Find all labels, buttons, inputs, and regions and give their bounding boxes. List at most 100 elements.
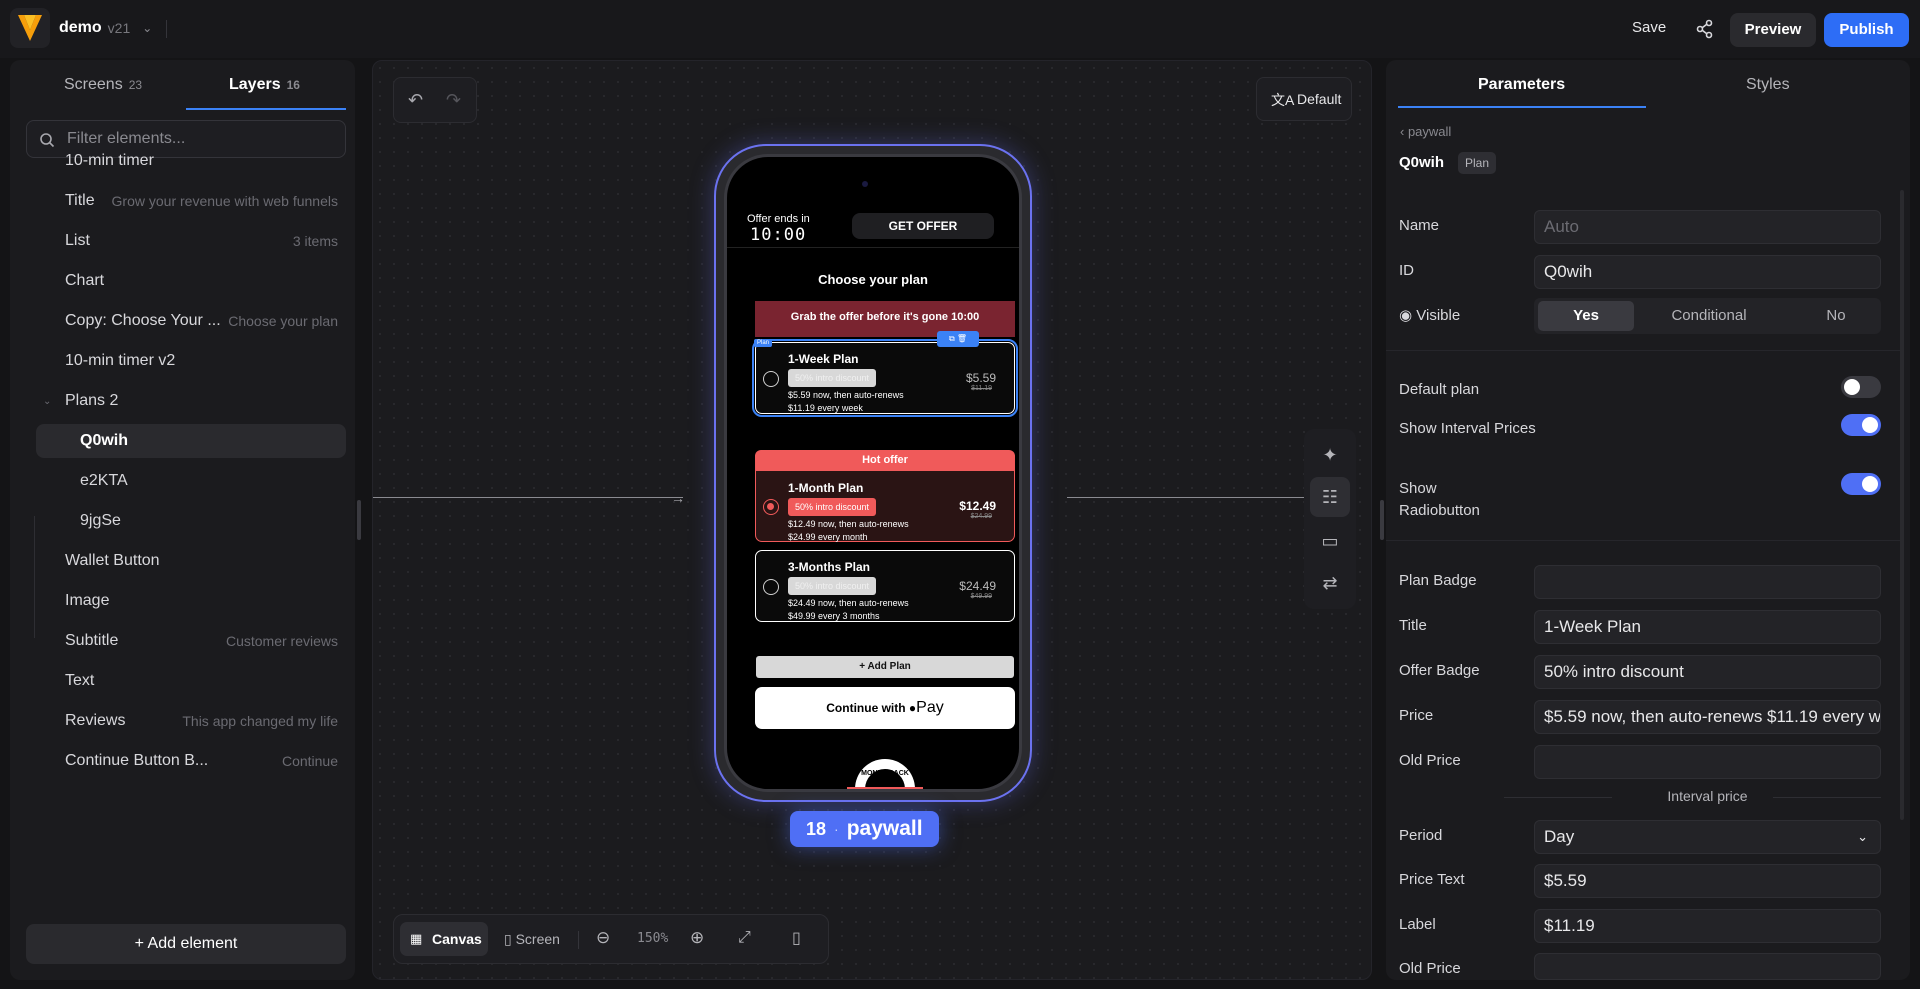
- selection-toolbar[interactable]: ⧉ 🗑: [937, 331, 979, 347]
- trash-icon[interactable]: 🗑: [957, 334, 967, 343]
- zoom-in-icon[interactable]: ⊕: [690, 928, 704, 948]
- layer-item[interactable]: Image: [20, 584, 346, 618]
- flow-connector: [1067, 497, 1307, 498]
- price-text-input[interactable]: $5.59: [1534, 864, 1881, 898]
- device-icon[interactable]: ▯: [792, 928, 801, 948]
- language-selector[interactable]: 文A Default: [1256, 77, 1352, 121]
- layer-item[interactable]: List 3 items: [20, 224, 346, 258]
- plan-card-month[interactable]: 1-Month Plan 50% intro discount $12.49 n…: [755, 470, 1015, 542]
- tab-layers[interactable]: Layers 16: [229, 76, 300, 94]
- preview-button[interactable]: Preview: [1730, 13, 1816, 47]
- add-element-button[interactable]: + Add element: [26, 924, 346, 964]
- project-switcher[interactable]: demo v21 ⌄: [59, 19, 152, 37]
- layer-item[interactable]: 10-min timer: [20, 144, 346, 178]
- fullscreen-icon[interactable]: ⤢: [738, 929, 751, 947]
- screen-badge[interactable]: 18 · paywall: [790, 811, 939, 847]
- duplicate-icon[interactable]: ⧉: [949, 334, 957, 343]
- tab-parameters[interactable]: Parameters: [1478, 76, 1565, 94]
- screen-name: paywall: [846, 817, 923, 840]
- layer-item[interactable]: 9jgSe: [20, 504, 346, 538]
- countdown-timer: 10:00: [750, 225, 807, 245]
- layer-item-selected[interactable]: Q0wih: [36, 424, 346, 458]
- plan-old-price: $11.19: [971, 385, 992, 392]
- price-input[interactable]: $5.59 now, then auto-renews $11.19 every…: [1534, 700, 1881, 734]
- add-plan-button[interactable]: + Add Plan: [756, 656, 1014, 678]
- layer-item[interactable]: Chart: [20, 264, 346, 298]
- plan-price: $24.49: [959, 579, 996, 593]
- show-radio-toggle[interactable]: [1841, 473, 1881, 495]
- id-input[interactable]: Q0wih: [1534, 255, 1881, 289]
- tab-screens[interactable]: Screens 23: [64, 76, 142, 94]
- screen-mode-button[interactable]: ▯ Screen: [504, 931, 560, 948]
- plan-card-3months[interactable]: 3-Months Plan 50% intro discount $24.49 …: [755, 550, 1015, 622]
- phone-frame[interactable]: Offer ends in 10:00 GET OFFER Choose you…: [714, 144, 1032, 802]
- project-name: demo: [59, 19, 102, 36]
- undo-icon[interactable]: ↶: [408, 90, 423, 111]
- chevron-down-icon[interactable]: ⌄: [43, 396, 51, 407]
- sparkle-icon[interactable]: ✦: [1310, 435, 1350, 475]
- plan-card-week[interactable]: 1-Week Plan 50% intro discount $5.59 now…: [752, 339, 1018, 417]
- interval-price-header: Interval price: [1504, 788, 1881, 804]
- layer-group-plans[interactable]: ⌄ Plans 2: [20, 384, 346, 418]
- old-price-input[interactable]: [1534, 745, 1881, 779]
- chevron-down-icon: ⌄: [1857, 829, 1868, 844]
- separator: ·: [834, 821, 839, 837]
- visible-label: ◉ Visible: [1399, 307, 1461, 324]
- layer-item[interactable]: Wallet Button: [20, 544, 346, 578]
- panel-resize-handle[interactable]: [1380, 500, 1384, 540]
- name-input[interactable]: Auto: [1534, 210, 1881, 244]
- canvas-mode-button[interactable]: ▦ Canvas: [400, 922, 488, 956]
- visible-yes-option[interactable]: Yes: [1538, 301, 1634, 331]
- element-id-title: Q0wih: [1399, 154, 1445, 171]
- redo-icon[interactable]: ↷: [446, 90, 461, 111]
- apple-pay-button[interactable]: Continue with ●Pay: [755, 687, 1015, 729]
- layer-item[interactable]: Copy: Choose Your ... Choose your plan: [20, 304, 346, 338]
- flow-connector: [373, 497, 683, 498]
- default-plan-toggle[interactable]: [1841, 376, 1881, 398]
- choose-plan-title: Choose your plan: [818, 272, 928, 287]
- branch-icon[interactable]: ⇄: [1310, 563, 1350, 603]
- layer-item[interactable]: Text: [20, 664, 346, 698]
- layer-item[interactable]: Reviews This app changed my life: [20, 704, 346, 738]
- show-interval-toggle[interactable]: [1841, 414, 1881, 436]
- breadcrumb[interactable]: ‹ paywall: [1400, 124, 1451, 139]
- zoom-out-icon[interactable]: ⊖: [596, 928, 610, 948]
- zoom-level: 150%: [637, 931, 669, 946]
- layer-item[interactable]: 10-min timer v2: [20, 344, 346, 378]
- title-input[interactable]: 1-Week Plan: [1534, 610, 1881, 644]
- translate-icon: 文A: [1271, 92, 1295, 108]
- panel-resize-handle[interactable]: [357, 500, 361, 540]
- discount-badge: 50% intro discount: [788, 498, 877, 516]
- id-label: ID: [1399, 262, 1414, 279]
- period-select[interactable]: Day ⌄: [1534, 820, 1881, 854]
- old-price-2-input[interactable]: [1534, 953, 1881, 980]
- radio-button[interactable]: [763, 579, 779, 595]
- layer-item[interactable]: Continue Button B... Continue: [20, 744, 346, 778]
- layers-panel: Screens23 Layers16 10-min timer TitleGro…: [10, 60, 355, 980]
- tab-styles[interactable]: Styles: [1746, 76, 1790, 94]
- share-icon[interactable]: [1694, 18, 1716, 40]
- offer-badge-input[interactable]: 50% intro discount: [1534, 655, 1881, 689]
- radio-button-checked[interactable]: [763, 499, 779, 515]
- visible-conditional-option[interactable]: Conditional: [1644, 301, 1774, 331]
- period-label: Period: [1399, 827, 1443, 844]
- publish-button[interactable]: Publish: [1824, 13, 1909, 47]
- comment-icon[interactable]: ▭: [1310, 521, 1350, 561]
- scrollbar[interactable]: [1900, 190, 1904, 820]
- layer-item[interactable]: e2KTA: [20, 464, 346, 498]
- plan-selection-tag: Plan: [754, 339, 773, 347]
- plan-description: $24.49 now, then auto-renews $49.99 every…: [788, 598, 909, 621]
- plan-badge-input[interactable]: [1534, 565, 1881, 599]
- radio-button[interactable]: [763, 371, 779, 387]
- save-button[interactable]: Save: [1632, 19, 1666, 36]
- layer-item[interactable]: Title Grow your revenue with web funnels: [20, 184, 346, 218]
- layer-item[interactable]: Subtitle Customer reviews: [20, 624, 346, 658]
- get-offer-button[interactable]: GET OFFER: [852, 213, 994, 239]
- plan-price: $5.59: [965, 371, 996, 385]
- divider: [1386, 350, 1900, 351]
- app-logo-icon[interactable]: [10, 8, 50, 48]
- visible-no-option[interactable]: No: [1796, 301, 1876, 331]
- phone-icon: ▯: [504, 931, 516, 947]
- sliders-icon[interactable]: ☷: [1310, 477, 1350, 517]
- label-input[interactable]: $11.19: [1534, 909, 1881, 943]
